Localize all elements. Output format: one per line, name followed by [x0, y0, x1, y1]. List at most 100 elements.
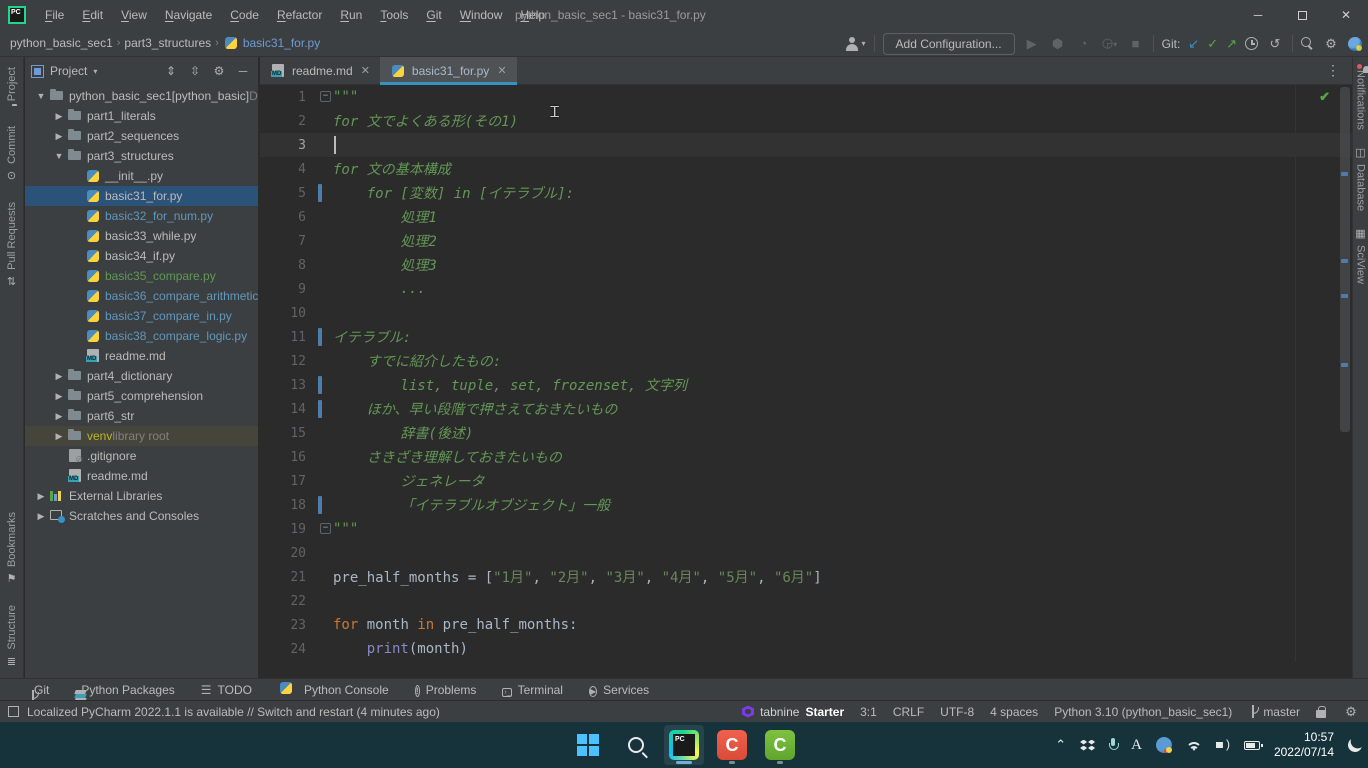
stripe-item-database[interactable]: ◫Database: [1353, 138, 1368, 219]
tree-item-basic35-compare-py[interactable]: basic35_compare.py: [25, 266, 258, 286]
toolwindow-python-console[interactable]: Python Console: [278, 680, 389, 699]
taskbar-recorder-icon[interactable]: C: [760, 725, 800, 765]
python-interpreter[interactable]: Python 3.10 (python_basic_sec1): [1054, 705, 1232, 719]
chevron-right-icon[interactable]: ▶: [51, 111, 67, 122]
menu-edit[interactable]: Edit: [73, 0, 112, 30]
toolwindow-services[interactable]: ▶Services: [589, 683, 649, 697]
profile-icon[interactable]: ◔: [1075, 35, 1093, 53]
event-log-icon[interactable]: [8, 706, 19, 717]
stripe-item-notifications[interactable]: Notifications: [1353, 57, 1368, 138]
user-menu[interactable]: ▾: [845, 37, 866, 51]
line-number[interactable]: 23: [260, 618, 306, 633]
fold-marker-icon[interactable]: −: [320, 523, 331, 534]
chevron-right-icon[interactable]: ▶: [51, 371, 67, 382]
line-number[interactable]: 20: [260, 546, 306, 561]
ime-mode-indicator[interactable]: A: [1131, 737, 1142, 754]
tree-item-part3-structures[interactable]: ▼part3_structures: [25, 146, 258, 166]
panel-settings-gear-icon[interactable]: ⚙: [210, 64, 228, 78]
stripe-item-structure[interactable]: Structure≣: [0, 595, 23, 678]
tree-item-part6-str[interactable]: ▶part6_str: [25, 406, 258, 426]
line-number[interactable]: 10: [260, 306, 306, 321]
tree-item-python-basic-sec1[interactable]: ▼python_basic_sec1 [python_basic] D:\: [25, 86, 258, 106]
breadcrumb-item[interactable]: part3_structures: [124, 36, 211, 50]
line-number[interactable]: 17: [260, 474, 306, 489]
line-number[interactable]: 11: [260, 330, 306, 345]
expand-all-icon[interactable]: ⇕: [162, 64, 180, 78]
line-number[interactable]: 9: [260, 282, 306, 297]
menu-view[interactable]: View: [112, 0, 156, 30]
line-number[interactable]: 1: [260, 90, 306, 105]
dropbox-icon[interactable]: [1080, 740, 1095, 751]
notifications-gear-icon[interactable]: ⚙: [1342, 703, 1360, 721]
menu-code[interactable]: Code: [221, 0, 268, 30]
start-button[interactable]: [568, 725, 608, 765]
coverage-icon[interactable]: ◶▾: [1101, 34, 1119, 54]
volume-icon[interactable]: [1216, 739, 1230, 751]
minimize-button[interactable]: ─: [1236, 0, 1280, 30]
stripe-item-pull-requests[interactable]: Pull Requests⇅: [0, 192, 23, 298]
tree-item-basic31-for-py[interactable]: basic31_for.py: [25, 186, 258, 206]
tab-basic31-for-py[interactable]: basic31_for.py✕: [380, 57, 517, 84]
battery-icon[interactable]: [1244, 741, 1260, 750]
tree-item-external-libraries[interactable]: ▶External Libraries: [25, 486, 258, 506]
chevron-right-icon[interactable]: ▶: [51, 391, 67, 402]
git-update-icon[interactable]: ↙: [1188, 36, 1199, 52]
tray-chevron-up-icon[interactable]: ⌃: [1055, 737, 1066, 753]
chevron-down-icon[interactable]: ▼: [33, 91, 49, 101]
settings-gear-icon[interactable]: ⚙: [1322, 35, 1340, 53]
collapse-all-icon[interactable]: ⇳: [186, 64, 204, 78]
tree-item-part2-sequences[interactable]: ▶part2_sequences: [25, 126, 258, 146]
line-number[interactable]: 13: [260, 378, 306, 393]
stripe-item-sciview[interactable]: ▦SciView: [1353, 219, 1368, 292]
line-number[interactable]: 4: [260, 162, 306, 177]
tree-item-part4-dictionary[interactable]: ▶part4_dictionary: [25, 366, 258, 386]
chevron-down-icon[interactable]: ▼: [51, 151, 67, 161]
taskbar-camtasia-icon[interactable]: C: [712, 725, 752, 765]
tree-item-part1-literals[interactable]: ▶part1_literals: [25, 106, 258, 126]
close-button[interactable]: ✕: [1324, 0, 1368, 30]
debug-icon[interactable]: ⬢: [1049, 35, 1067, 53]
chevron-right-icon[interactable]: ▶: [51, 431, 67, 442]
line-number[interactable]: 7: [260, 234, 306, 249]
git-commit-icon[interactable]: ✓: [1207, 36, 1218, 52]
code-with-me-icon[interactable]: [1348, 37, 1362, 51]
focus-assist-moon-icon[interactable]: [1347, 737, 1363, 753]
taskbar-clock[interactable]: 10:57 2022/07/14: [1274, 730, 1334, 760]
git-branch[interactable]: master: [1248, 705, 1300, 719]
menu-navigate[interactable]: Navigate: [156, 0, 221, 30]
tree-item--gitignore[interactable]: .gitignore: [25, 446, 258, 466]
tree-item-basic34-if-py[interactable]: basic34_if.py: [25, 246, 258, 266]
menu-tools[interactable]: Tools: [371, 0, 417, 30]
project-panel-title[interactable]: Project: [50, 64, 87, 78]
readonly-lock-icon[interactable]: [1316, 710, 1326, 718]
git-push-icon[interactable]: ↗: [1226, 36, 1237, 52]
rollback-icon[interactable]: ↺: [1266, 35, 1284, 53]
caret-position[interactable]: 3:1: [860, 705, 877, 719]
chevron-right-icon[interactable]: ▶: [33, 511, 49, 522]
line-separator[interactable]: CRLF: [893, 705, 924, 719]
tree-item-part5-comprehension[interactable]: ▶part5_comprehension: [25, 386, 258, 406]
breadcrumb-item[interactable]: python_basic_sec1: [10, 36, 113, 50]
tree-item-readme-md[interactable]: readme.md: [25, 466, 258, 486]
toolwindow-git[interactable]: Git: [28, 683, 49, 697]
line-number[interactable]: 12: [260, 354, 306, 369]
maximize-button[interactable]: [1280, 0, 1324, 30]
add-configuration-button[interactable]: Add Configuration...: [883, 33, 1015, 55]
tree-item-basic36-compare-arithmetic-py[interactable]: basic36_compare_arithmetic.py: [25, 286, 258, 306]
taskbar-search-icon[interactable]: [616, 725, 656, 765]
menu-run[interactable]: Run: [331, 0, 371, 30]
line-number[interactable]: 19: [260, 522, 306, 537]
line-number[interactable]: 16: [260, 450, 306, 465]
tree-item-scratches-and-consoles[interactable]: ▶Scratches and Consoles: [25, 506, 258, 526]
toolwindow-python-packages[interactable]: Python Packages: [75, 683, 174, 697]
tab-readme-md[interactable]: readme.md✕: [260, 57, 380, 84]
breadcrumb-item[interactable]: basic31_for.py: [223, 35, 320, 51]
menu-refactor[interactable]: Refactor: [268, 0, 331, 30]
status-message[interactable]: Localized PyCharm 2022.1.1 is available …: [27, 705, 440, 719]
stripe-item-commit[interactable]: Commit⊙: [0, 116, 23, 192]
tree-item-readme-md[interactable]: readme.md: [25, 346, 258, 366]
tree-item---init---py[interactable]: __init__.py: [25, 166, 258, 186]
chevron-right-icon[interactable]: ▶: [33, 491, 49, 502]
fold-marker-icon[interactable]: −: [320, 91, 331, 102]
code-editor[interactable]: 1−"""2for 文でよくある形(その1)34for 文の基本構成5 for …: [260, 85, 1352, 662]
